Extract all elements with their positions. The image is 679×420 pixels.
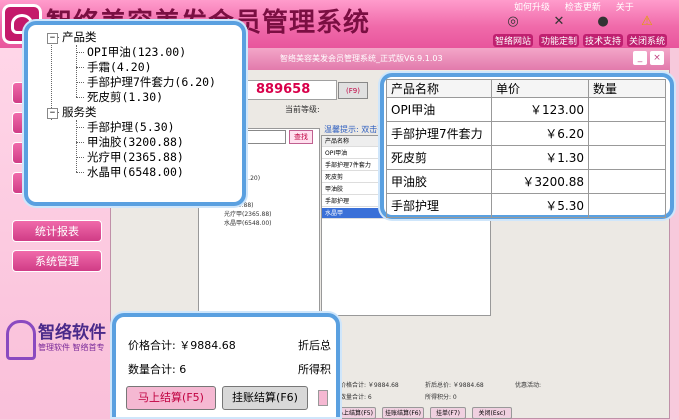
- window-close-icon[interactable]: ×: [650, 51, 664, 65]
- cell-price: ￥1.30: [491, 145, 589, 170]
- cell-name: 死皮剪: [386, 145, 492, 170]
- points-label: 所得积: [298, 363, 331, 376]
- after-discount-label: 折后总: [298, 339, 331, 352]
- website-button[interactable]: ◎ 智络网站: [490, 13, 536, 47]
- category-tree: − 产品类 OPI甲油(123.00) 手霜(4.20) 手部护理7件套力(6.…: [32, 30, 237, 200]
- bg-qty-total: 数量合计: 6: [340, 394, 372, 401]
- bg-after-discount: 折后总价: ￥9884.68: [425, 382, 484, 389]
- qty-total: 数量合计: 6: [128, 363, 187, 376]
- about-link[interactable]: 关于: [616, 3, 634, 13]
- cell-name: 甲油胶: [386, 169, 492, 194]
- col-header-qty: 数量: [588, 79, 666, 98]
- close-system-button[interactable]: ⚠ 关闭系统: [624, 13, 670, 47]
- card-number-field[interactable]: 889658: [245, 80, 337, 100]
- bg-tree-item[interactable]: 水晶甲(6548.00): [222, 219, 302, 228]
- cell-price: ￥5.30: [491, 193, 589, 218]
- card-lookup-button[interactable]: (F9): [338, 82, 368, 99]
- brand-name: 智络软件: [38, 323, 106, 343]
- table-row[interactable]: 手部护理 ￥5.30: [386, 193, 666, 218]
- cell-price: ￥3200.88: [491, 169, 589, 194]
- collapse-toggle-icon[interactable]: −: [47, 108, 58, 119]
- cell-qty[interactable]: [588, 97, 666, 122]
- checkout-button[interactable]: 马上结算(F5): [126, 386, 216, 410]
- qq-icon: ●: [597, 14, 609, 29]
- tree-item[interactable]: 死皮剪(1.30): [87, 90, 163, 105]
- table-row[interactable]: 甲油胶 ￥3200.88: [386, 169, 666, 194]
- col-header-price: 单价: [491, 79, 589, 98]
- cell-price: ￥123.00: [491, 97, 589, 122]
- cell-qty[interactable]: [588, 121, 666, 146]
- bg-credit-button[interactable]: 挂账结算(F6): [382, 407, 424, 419]
- tree-item[interactable]: 水晶甲(6548.00): [87, 165, 184, 180]
- upgrade-link[interactable]: 如何升级: [514, 3, 550, 13]
- cell-price: ￥6.20: [491, 121, 589, 146]
- globe-icon: ◎: [507, 14, 519, 29]
- search-button[interactable]: 查找: [289, 130, 313, 144]
- warning-icon: ⚠: [641, 14, 653, 29]
- cell-name: OPI甲油: [386, 97, 492, 122]
- brand-logo-icon: [6, 320, 36, 360]
- brand-slogan: 管理软件 智络首专: [38, 343, 105, 352]
- collapse-toggle-icon[interactable]: −: [47, 33, 58, 44]
- sidebar-item-system[interactable]: 系统管理: [12, 250, 102, 272]
- minimize-icon[interactable]: _: [633, 51, 647, 65]
- level-label: 当前等级:: [285, 105, 320, 114]
- bg-promo: 优惠活动:: [515, 382, 542, 389]
- bg-hold-button[interactable]: 挂单(F7): [430, 407, 466, 419]
- check-update-link[interactable]: 检查更新: [565, 3, 601, 13]
- bg-checkout-button[interactable]: 马上结算(F5): [334, 407, 376, 419]
- bg-points: 所得积分: 0: [425, 394, 457, 401]
- tree-category-products[interactable]: 产品类: [62, 30, 97, 45]
- table-row[interactable]: 手部护理7件套力 ￥6.20: [386, 121, 666, 146]
- bg-close-button[interactable]: 关闭(Esc): [472, 407, 512, 419]
- top-links: 如何升级 检查更新 关于: [514, 0, 646, 13]
- tree-item[interactable]: 手部护理7件套力(6.20): [87, 75, 216, 90]
- tree-item[interactable]: 甲油胶(3200.88): [87, 135, 184, 150]
- cell-qty[interactable]: [588, 193, 666, 218]
- sidebar-item-reports[interactable]: 统计报表: [12, 220, 102, 242]
- hold-button-partial[interactable]: [318, 390, 328, 406]
- tree-item[interactable]: 手霜(4.20): [87, 60, 152, 75]
- support-button[interactable]: ● 技术支持: [580, 13, 626, 47]
- selected-products-table: 产品名称 单价 数量 OPI甲油 ￥123.00 手部护理7件套力 ￥6.20 …: [386, 79, 666, 218]
- tree-item[interactable]: 手部护理(5.30): [87, 120, 175, 135]
- price-total: 价格合计: ￥9884.68: [128, 339, 236, 352]
- cell-name: 手部护理7件套力: [386, 121, 492, 146]
- tree-category-services[interactable]: 服务类: [62, 105, 97, 120]
- cell-qty[interactable]: [588, 169, 666, 194]
- tree-item[interactable]: OPI甲油(123.00): [87, 45, 186, 60]
- cell-name: 手部护理: [386, 193, 492, 218]
- table-header-row: 产品名称 单价 数量: [386, 79, 666, 98]
- credit-checkout-button[interactable]: 挂账结算(F6): [222, 386, 308, 410]
- customize-button[interactable]: ✕ 功能定制: [536, 13, 582, 47]
- col-header-name: 产品名称: [386, 79, 492, 98]
- table-row[interactable]: OPI甲油 ￥123.00: [386, 97, 666, 122]
- table-row[interactable]: 死皮剪 ￥1.30: [386, 145, 666, 170]
- tools-icon: ✕: [553, 14, 565, 29]
- bg-tree-item[interactable]: 光疗甲(2365.88): [222, 210, 302, 219]
- tree-item[interactable]: 光疗甲(2365.88): [87, 150, 184, 165]
- bg-price-total: 价格合计: ￥9884.68: [340, 382, 399, 389]
- cell-qty[interactable]: [588, 145, 666, 170]
